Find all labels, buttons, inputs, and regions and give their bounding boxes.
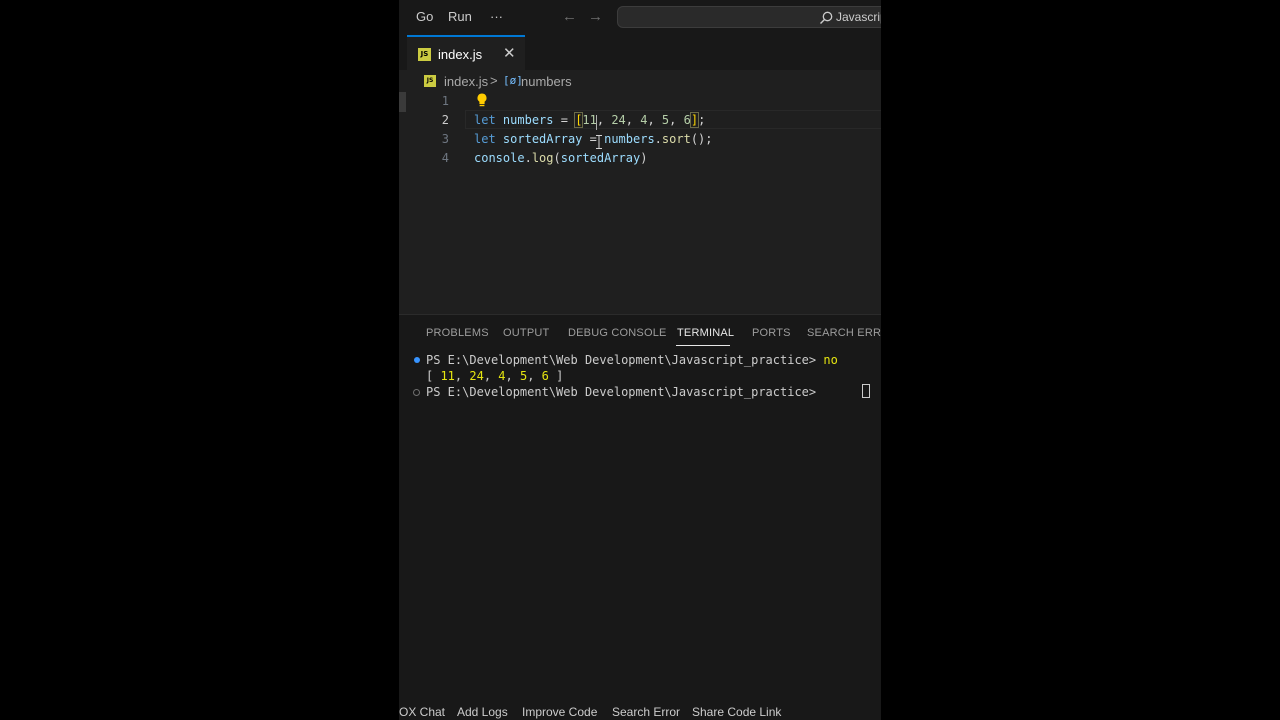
scroll-indicator [399, 92, 406, 112]
terminal-line-3: PS E:\Development\Web Development\Javasc… [426, 385, 824, 399]
code-line-3: let sortedArray = numbers.sort(); [474, 132, 713, 146]
tab-output[interactable]: OUTPUT [503, 327, 549, 339]
code-line-4: console.log(sortedArray) [474, 151, 648, 165]
tab-search-error[interactable]: SEARCH ERROR [807, 327, 881, 339]
text-cursor [596, 115, 597, 130]
vscode-window: Go Run ··· ← → Javascrip JS index.js ✕ J… [399, 0, 881, 720]
title-bar: Go Run ··· ← → Javascrip [399, 0, 881, 35]
active-tab-indicator [676, 345, 730, 346]
back-arrow-icon[interactable]: ← [562, 8, 577, 25]
tab-ports[interactable]: PORTS [752, 327, 791, 339]
terminal-cursor[interactable] [862, 384, 870, 398]
breadcrumb: JS index.js > [ø] numbers [399, 70, 881, 92]
tab-problems[interactable]: PROBLEMS [426, 327, 489, 339]
terminal-output: [ 11, 24, 4, 5, 6 ] [426, 369, 564, 383]
status-share-code-link[interactable]: Share Code Link [692, 705, 781, 719]
menu-run[interactable]: Run [448, 9, 472, 24]
line-number-active: 2 [441, 113, 449, 127]
status-search-error[interactable]: Search Error [612, 705, 680, 719]
line-number: 1 [441, 94, 449, 108]
forward-arrow-icon[interactable]: → [588, 8, 603, 25]
tab-label: index.js [438, 47, 483, 62]
search-icon [820, 11, 833, 24]
status-ox-chat[interactable]: OX Chat [399, 705, 445, 719]
editor-tab-bar: JS index.js ✕ [399, 35, 881, 70]
code-editor[interactable]: 1 2 3 4 let numbers = [11, 24, 4, 5, 6];… [399, 92, 881, 314]
line-number: 3 [441, 132, 449, 146]
search-text: Javascrip [836, 10, 881, 24]
chevron-right-icon: > [490, 73, 498, 88]
bracket-match: ] [689, 112, 700, 128]
tab-index-js[interactable]: JS index.js ✕ [407, 35, 525, 70]
terminal-line-1: PS E:\Development\Web Development\Javasc… [426, 353, 838, 367]
menu-go[interactable]: Go [416, 9, 433, 24]
lightbulb-icon[interactable] [475, 92, 489, 108]
status-bar: OX Chat Add Logs Improve Code Search Err… [399, 702, 881, 720]
variable-symbol-icon: [ø] [503, 74, 523, 87]
tab-terminal[interactable]: TERMINAL [677, 327, 734, 339]
tab-debug-console[interactable]: DEBUG CONSOLE [568, 327, 667, 339]
menu-more[interactable]: ··· [490, 9, 503, 24]
status-improve-code[interactable]: Improve Code [522, 705, 597, 719]
breadcrumb-symbol[interactable]: numbers [521, 74, 572, 89]
command-pending-icon [413, 389, 420, 396]
bottom-panel: PROBLEMS OUTPUT DEBUG CONSOLE TERMINAL P… [399, 314, 881, 720]
command-center-search[interactable]: Javascrip [617, 6, 881, 28]
js-file-icon: JS [424, 75, 436, 87]
close-icon[interactable]: ✕ [503, 44, 516, 62]
ibeam-cursor-icon [596, 135, 602, 149]
command-success-icon[interactable] [414, 357, 420, 363]
breadcrumb-file[interactable]: index.js [444, 74, 488, 89]
js-file-icon: JS [418, 48, 431, 61]
status-add-logs[interactable]: Add Logs [457, 705, 508, 719]
code-line-2: let numbers = [11, 24, 4, 5, 6]; [474, 112, 706, 128]
line-number: 4 [441, 151, 449, 165]
